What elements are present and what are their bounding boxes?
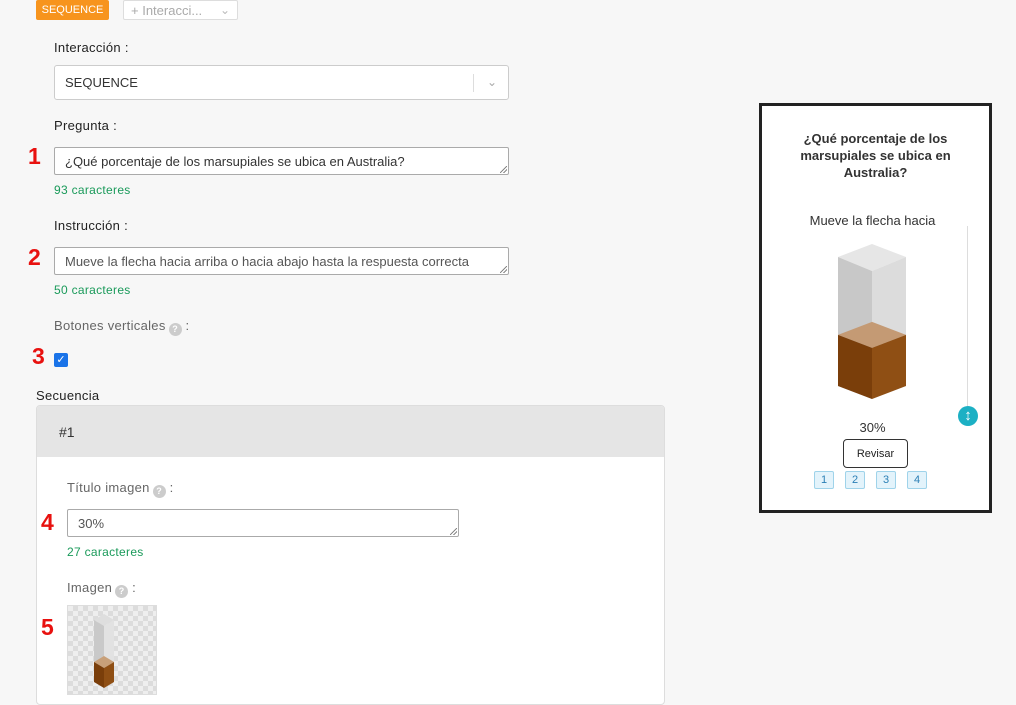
sequence-tag[interactable]: SEQUENCE	[36, 0, 109, 20]
image-title-input[interactable]: 30%	[67, 509, 459, 537]
resize-grip-icon[interactable]	[500, 266, 507, 273]
help-icon[interactable]: ?	[115, 585, 129, 598]
preview-slider-track[interactable]	[967, 226, 968, 406]
interaction-label: Interacción :	[54, 40, 129, 55]
chevron-down-icon: ⌄	[486, 75, 497, 89]
resize-grip-icon[interactable]	[500, 166, 507, 173]
check-button[interactable]: Revisar	[843, 439, 908, 468]
sequence-item-header[interactable]: #1	[37, 406, 664, 457]
preview-panel: ¿Qué porcentaje de los marsupiales se ub…	[759, 103, 992, 513]
page-button[interactable]: 3	[876, 471, 896, 489]
select-divider	[473, 74, 474, 92]
instruction-char-counter: 50 caracteres	[54, 283, 131, 297]
checkmark-icon: ✓	[56, 354, 66, 366]
annotation-4: 4	[41, 509, 54, 535]
preview-question: ¿Qué porcentaje de los marsupiales se ub…	[800, 131, 951, 180]
preview-value: 30%	[859, 420, 886, 435]
question-char-counter: 93 caracteres	[54, 183, 131, 197]
vertical-buttons-checkbox[interactable]: ✓	[54, 353, 68, 367]
preview-instruction: Mueve la flecha hacia	[809, 213, 936, 228]
image-title-char-counter: 27 caracteres	[67, 545, 144, 559]
help-icon[interactable]: ?	[152, 485, 166, 498]
image-label: Imagen? :	[67, 580, 136, 598]
image-thumbnail[interactable]	[67, 605, 157, 695]
beaker-image	[94, 614, 114, 688]
sequence-label: Secuencia	[36, 388, 100, 403]
annotation-3: 3	[32, 343, 45, 369]
add-interaction-dropdown[interactable]: + Interacci... ⌄	[123, 0, 238, 20]
interaction-select-value: SEQUENCE	[65, 75, 138, 90]
instruction-input[interactable]: Mueve la flecha hacia arriba o hacia aba…	[54, 247, 509, 275]
annotation-1: 1	[28, 143, 41, 169]
image-title-label: Título imagen? :	[67, 480, 174, 498]
annotation-5: 5	[41, 614, 54, 640]
help-icon[interactable]: ?	[168, 323, 182, 336]
page-button[interactable]: 2	[845, 471, 865, 489]
chevron-down-icon: ⌄	[219, 3, 230, 17]
page-button[interactable]: 4	[907, 471, 927, 489]
add-interaction-placeholder: + Interacci...	[131, 2, 203, 18]
resize-grip-icon[interactable]	[450, 528, 457, 535]
instruction-label: Instrucción :	[54, 218, 128, 233]
annotation-2: 2	[28, 244, 41, 270]
interaction-select[interactable]: SEQUENCE ⌄	[54, 65, 509, 100]
question-input[interactable]: ¿Qué porcentaje de los marsupiales se ub…	[54, 147, 509, 175]
page-button[interactable]: 1	[814, 471, 834, 489]
preview-pagination: 1 2 3 4	[814, 471, 927, 489]
preview-beaker	[838, 244, 906, 399]
vertical-buttons-label: Botones verticales? :	[54, 318, 190, 336]
question-label: Pregunta :	[54, 118, 117, 133]
